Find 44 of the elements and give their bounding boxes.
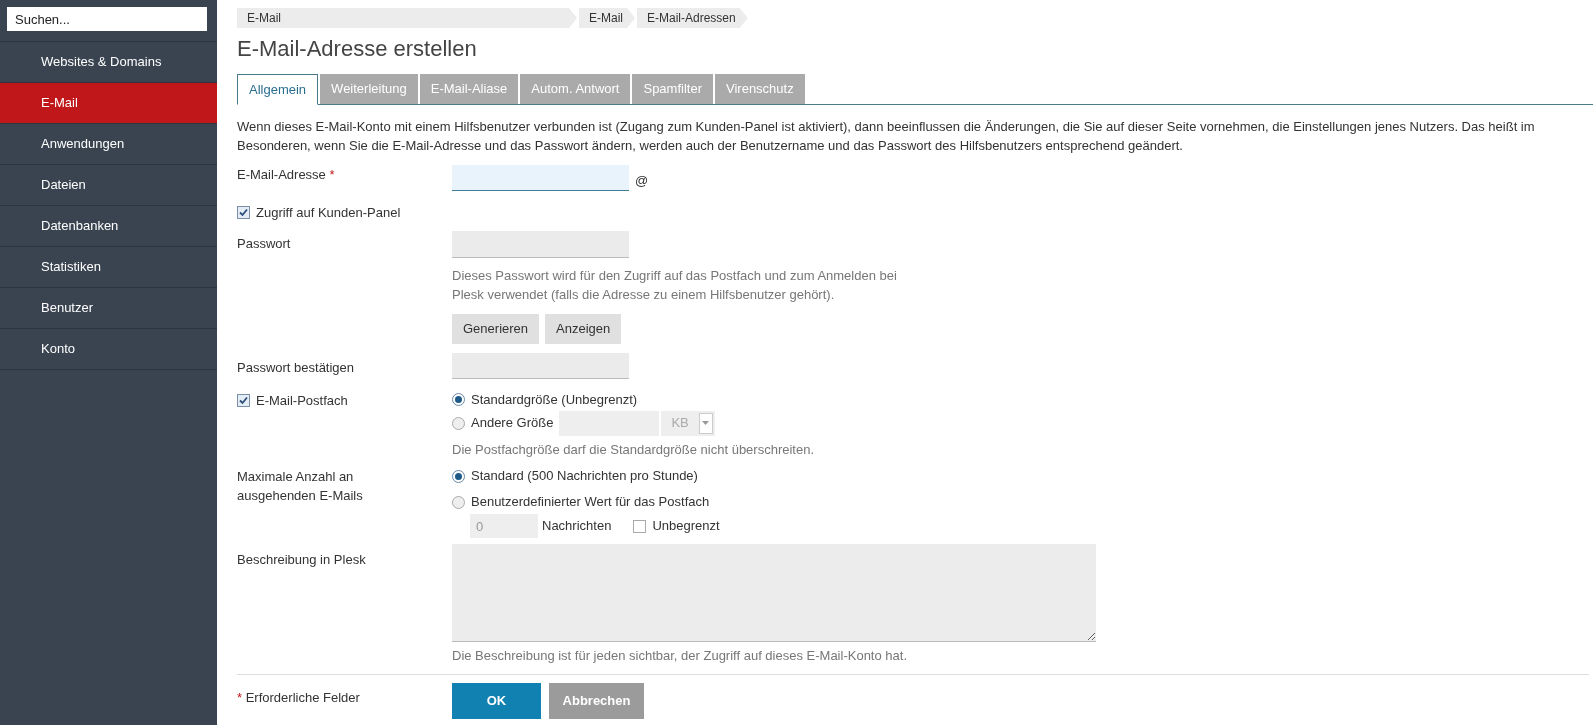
field-label: Maximale Anzahl an ausgehenden E-Mails [237, 468, 364, 505]
required-mark: * [329, 167, 335, 182]
radio-button[interactable] [452, 495, 465, 509]
breadcrumb-link[interactable]: E-Mail [237, 8, 577, 28]
search-field[interactable]: Suchen... [7, 7, 207, 31]
required-note: Erforderliche Felder [245, 689, 360, 705]
checkmark-icon [239, 395, 248, 405]
field-label: Beschreibung in Plesk [237, 551, 367, 569]
password-button[interactable]: Anzeigen [545, 313, 622, 344]
radio-button[interactable] [452, 393, 465, 406]
checkmark-icon [239, 208, 248, 218]
breadcrumb-link[interactable]: E-Mail-Adressen [637, 8, 748, 28]
checkbox[interactable] [633, 519, 647, 533]
intro-text: Wenn dieses E-Mail-Konto mit einem Hilfsbenutzer verbunden ist (Zugang zum Kunden-Panel ist aktiviert), dann beeinflussen die Änderungen, die Sie auf dieser Seite vornehmen, die Einstellungen jenes Nutzers. Das heißt im Besonderen, wenn Sie die E-Mail-Adresse und das Passwort ändern, werden auch der Benutzername und das Passwort des Hilfsbenutzers entsprechend geändert. [237, 118, 1536, 155]
at-sign: @ [635, 172, 649, 190]
tab[interactable]: Allgemein [237, 74, 319, 105]
field-label: E-Mail-Adresse [237, 167, 326, 182]
checkbox[interactable] [237, 393, 250, 407]
password-input[interactable] [452, 230, 629, 258]
checkbox-label: E-Mail-Postfach [256, 391, 348, 410]
checkbox-label: Unbegrenzt [652, 517, 720, 536]
checkbox-label: Zugriff auf Kunden-Panel [256, 204, 401, 222]
password-confirm-input[interactable] [452, 352, 629, 379]
field-label: Passwort [237, 234, 292, 253]
radio-button[interactable] [452, 469, 465, 483]
checkbox[interactable] [237, 206, 250, 220]
breadcrumb-link[interactable]: E-Mail [579, 8, 635, 28]
hint-text: Die Beschreibung ist für jeden sichtbar, der Zugriff auf dieses E-Mail-Konto hat. [452, 647, 908, 665]
email-input[interactable] [452, 165, 629, 191]
radio-button[interactable] [452, 416, 465, 430]
ok-button[interactable]: OK [452, 682, 541, 719]
radio-label: Standard (500 Nachrichten pro Stunde) [471, 467, 698, 486]
radio-label: Benutzerdefinierter Wert für das Postfach [471, 493, 710, 512]
caret-icon [702, 421, 710, 425]
radio-label: Andere Größe [471, 414, 554, 433]
required-mark: * [237, 689, 243, 705]
unit-label: Nachrichten [542, 517, 612, 536]
radio-label: Standardgröße (Unbegrenzt) [471, 390, 638, 409]
hint-text: Dieses Passwort wird für den Zugriff auf das Postfach und zum Anmelden bei Plesk verwendet (falls die Adresse zu einem Hilfsbenutzer gehört). [452, 266, 898, 304]
password-button[interactable]: Generieren [452, 313, 540, 344]
hint-text: Die Postfachgröße darf die Standardgröße nicht überschreiten. [452, 440, 815, 459]
field-label: Passwort bestätigen [237, 358, 356, 377]
page-title: E-Mail-Adresse erstellen [237, 35, 478, 63]
sidebar-item[interactable]: E-Mail [0, 83, 217, 124]
